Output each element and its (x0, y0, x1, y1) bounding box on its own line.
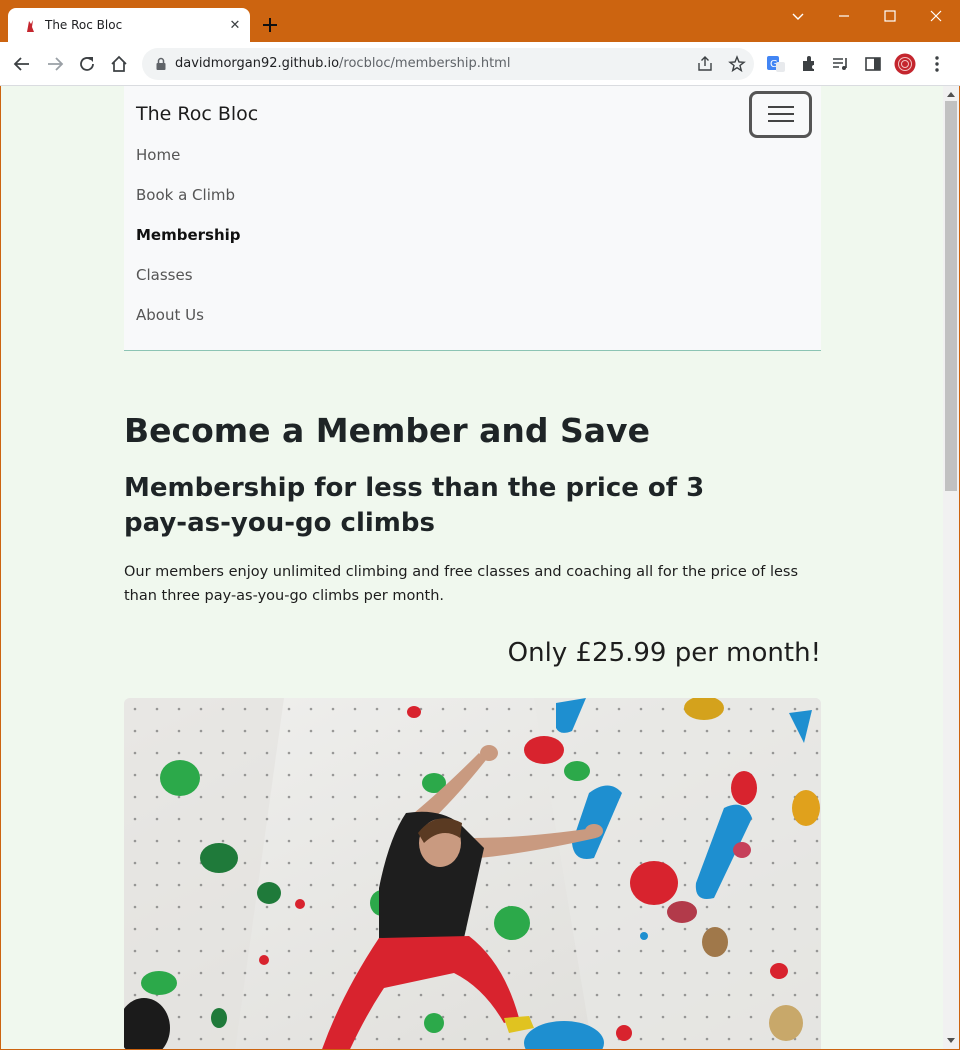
translate-icon[interactable]: G (766, 54, 786, 74)
nav-link-membership[interactable]: Membership (136, 226, 241, 244)
url-text[interactable]: davidmorgan92.github.io/rocbloc/membersh… (175, 56, 510, 71)
scroll-down-arrow-icon[interactable] (946, 1037, 956, 1045)
nav-link-classes[interactable]: Classes (136, 266, 193, 284)
side-panel-icon[interactable] (863, 54, 883, 74)
url-host: davidmorgan92.github.io (175, 56, 340, 71)
hamburger-line (768, 113, 794, 115)
url-path: /rocbloc/membership.html (339, 56, 511, 71)
rocbloc-favicon-icon (27, 20, 34, 32)
page-subheading: Membership for less than the price of 3 … (124, 473, 705, 538)
back-arrow-icon[interactable] (12, 54, 32, 74)
scroll-up-arrow-icon[interactable] (946, 90, 956, 98)
nav-link-book-a-climb[interactable]: Book a Climb (136, 186, 235, 204)
nav-link-about-us[interactable]: About Us (136, 306, 204, 324)
page-heading: Become a Member and Save (124, 411, 650, 450)
bookmark-star-icon[interactable] (728, 55, 746, 73)
more-menu-icon[interactable] (927, 54, 947, 74)
maximize-icon[interactable] (880, 6, 900, 26)
window-border-left (0, 86, 1, 1050)
browser-toolbar: davidmorgan92.github.io/rocbloc/membersh… (0, 42, 960, 86)
nav-link-home[interactable]: Home (136, 146, 180, 164)
page-viewport: The Roc Bloc Home Book a Climb Membershi… (1, 86, 943, 1049)
membership-description: Our members enjoy unlimited climbing and… (124, 564, 799, 604)
lock-icon[interactable] (154, 57, 168, 71)
address-bar[interactable]: davidmorgan92.github.io/rocbloc/membersh… (142, 48, 754, 80)
minimize-icon[interactable] (834, 6, 854, 26)
title-bar: The Roc Bloc ✕ (0, 0, 960, 44)
forward-arrow-icon[interactable] (45, 54, 65, 74)
navbar-toggler-button[interactable] (749, 91, 812, 138)
close-window-icon[interactable] (926, 6, 946, 26)
site-brand-link[interactable]: The Roc Bloc (136, 103, 258, 125)
hamburger-line (768, 106, 794, 108)
tab-title: The Roc Bloc (45, 18, 123, 32)
browser-tab[interactable]: The Roc Bloc ✕ (8, 8, 250, 44)
hamburger-line (768, 120, 794, 122)
reload-icon[interactable] (77, 54, 97, 74)
tab-search-chevron-icon[interactable] (788, 6, 808, 26)
media-playlist-icon[interactable] (831, 54, 851, 74)
membership-price: Only £25.99 per month! (507, 638, 821, 668)
extensions-puzzle-icon[interactable] (799, 54, 819, 74)
tab-close-icon[interactable]: ✕ (226, 17, 244, 35)
climbing-wall-image (124, 698, 821, 1049)
page-scrollbar[interactable] (943, 86, 959, 1049)
new-tab-icon[interactable] (259, 14, 281, 36)
share-icon[interactable] (696, 55, 714, 73)
home-icon[interactable] (109, 54, 129, 74)
scrollbar-thumb[interactable] (945, 101, 957, 491)
site-navbar: The Roc Bloc Home Book a Climb Membershi… (124, 86, 821, 351)
profile-avatar-icon[interactable] (894, 53, 916, 75)
